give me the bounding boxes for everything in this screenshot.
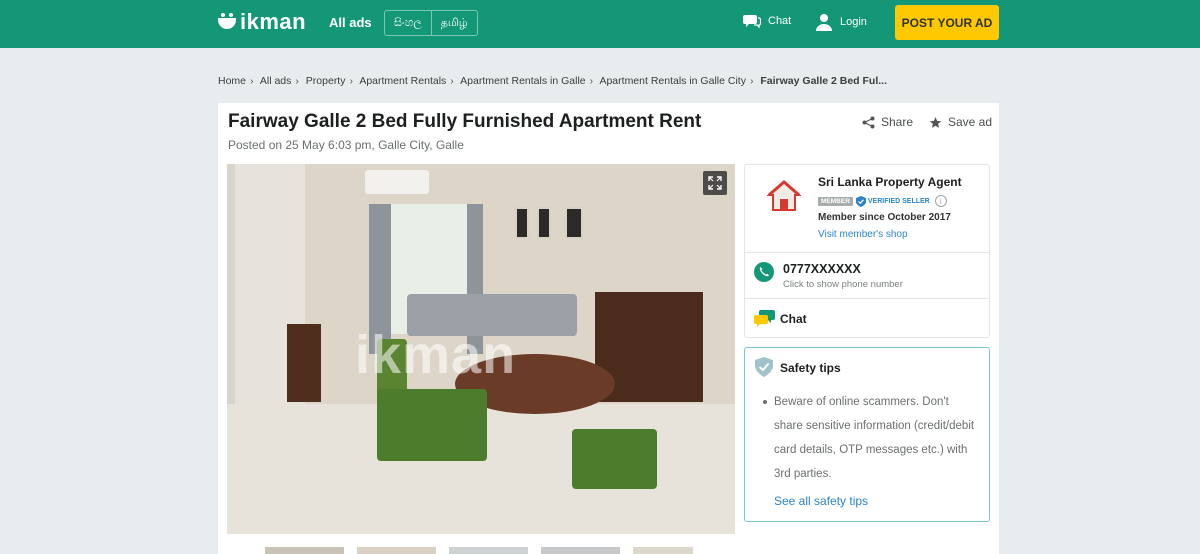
verified-seller-badge: VERIFIED SELLER bbox=[855, 195, 930, 207]
house-icon bbox=[767, 180, 801, 211]
ad-title: Fairway Galle 2 Bed Fully Furnished Apar… bbox=[228, 111, 702, 132]
star-icon bbox=[929, 116, 942, 128]
ad-posted-info: Posted on 25 May 6:03 pm, Galle City, Ga… bbox=[228, 138, 464, 152]
thumbnail[interactable] bbox=[633, 547, 693, 554]
phone-number[interactable]: 0777XXXXXX bbox=[783, 262, 861, 276]
language-switcher: සිංහල தமிழ் bbox=[384, 10, 478, 36]
breadcrumb-rentals-galle-city[interactable]: Apartment Rentals in Galle City bbox=[599, 75, 745, 87]
chat-icon bbox=[743, 15, 761, 29]
member-since: Member since October 2017 bbox=[818, 212, 951, 223]
user-icon bbox=[816, 14, 832, 31]
share-button[interactable]: Share bbox=[862, 115, 913, 129]
thumbnail[interactable] bbox=[449, 547, 528, 554]
header-login-link[interactable]: Login bbox=[815, 13, 867, 31]
visit-shop-link[interactable]: Visit member's shop bbox=[818, 229, 908, 240]
breadcrumb-current: Fairway Galle 2 Bed Ful... bbox=[760, 75, 888, 87]
thumbnail[interactable] bbox=[357, 547, 436, 554]
safety-tips-box: Safety tips Beware of online scammers. D… bbox=[744, 347, 990, 522]
chat-label: Chat bbox=[780, 312, 807, 326]
top-bar: ikman All ads සිංහල தமிழ் Chat Login POS… bbox=[0, 0, 1200, 48]
seller-badges: MEMBER VERIFIED SELLER i bbox=[818, 195, 947, 207]
seller-info: Sri Lanka Property Agent MEMBER VERIFIED… bbox=[745, 165, 989, 253]
chat-row[interactable]: Chat bbox=[745, 299, 989, 337]
seller-box: Sri Lanka Property Agent MEMBER VERIFIED… bbox=[744, 164, 990, 338]
phone-hint: Click to show phone number bbox=[783, 279, 903, 290]
post-your-ad-button[interactable]: POST YOUR AD bbox=[895, 5, 999, 40]
lang-sinhala[interactable]: සිංහල bbox=[385, 11, 431, 35]
safety-tip-text: Beware of online scammers. Don't share s… bbox=[774, 396, 975, 480]
logo-text: ikman bbox=[240, 9, 307, 34]
share-icon bbox=[862, 116, 875, 128]
breadcrumb-rentals-galle[interactable]: Apartment Rentals in Galle bbox=[460, 75, 585, 87]
seller-name[interactable]: Sri Lanka Property Agent bbox=[818, 175, 962, 189]
breadcrumb-all-ads[interactable]: All ads bbox=[260, 75, 292, 87]
phone-row[interactable]: 0777XXXXXX Click to show phone number bbox=[745, 253, 989, 299]
shield-icon bbox=[755, 357, 773, 377]
ikman-logo[interactable]: ikman bbox=[218, 9, 307, 34]
breadcrumb-property[interactable]: Property bbox=[306, 75, 346, 87]
breadcrumb-home[interactable]: Home bbox=[218, 75, 246, 87]
header-login-label: Login bbox=[840, 16, 867, 28]
thumbnail[interactable] bbox=[265, 547, 344, 554]
photo-watermark: ikman bbox=[355, 325, 517, 385]
all-ads-link[interactable]: All ads bbox=[329, 15, 372, 30]
verified-label: VERIFIED SELLER bbox=[867, 197, 930, 205]
thumbnail[interactable] bbox=[541, 547, 620, 554]
breadcrumb-apartment-rentals[interactable]: Apartment Rentals bbox=[359, 75, 446, 87]
safety-title: Safety tips bbox=[780, 361, 841, 375]
bullet bbox=[763, 400, 767, 404]
phone-icon bbox=[754, 262, 774, 282]
lang-tamil[interactable]: தமிழ் bbox=[430, 11, 477, 35]
expand-icon[interactable] bbox=[703, 171, 727, 195]
see-all-safety-tips-link[interactable]: See all safety tips bbox=[774, 494, 868, 508]
verified-icon bbox=[855, 195, 866, 207]
member-badge: MEMBER bbox=[818, 196, 853, 206]
breadcrumb: Home › All ads › Property › Apartment Renta… bbox=[218, 75, 888, 87]
save-ad-button[interactable]: Save ad bbox=[929, 115, 992, 129]
ad-card: Fairway Galle 2 Bed Fully Furnished Apar… bbox=[218, 103, 999, 554]
share-label: Share bbox=[881, 115, 914, 129]
photo-thumbnails bbox=[265, 547, 706, 554]
logo-mark-icon bbox=[218, 13, 236, 31]
save-ad-label: Save ad bbox=[948, 115, 993, 129]
ad-main-photo[interactable]: ikman bbox=[227, 164, 735, 534]
chat-bubble-icon bbox=[754, 310, 775, 327]
info-icon[interactable]: i bbox=[934, 195, 947, 207]
header-chat-label: Chat bbox=[768, 15, 792, 27]
header-chat-link[interactable]: Chat bbox=[743, 13, 791, 29]
